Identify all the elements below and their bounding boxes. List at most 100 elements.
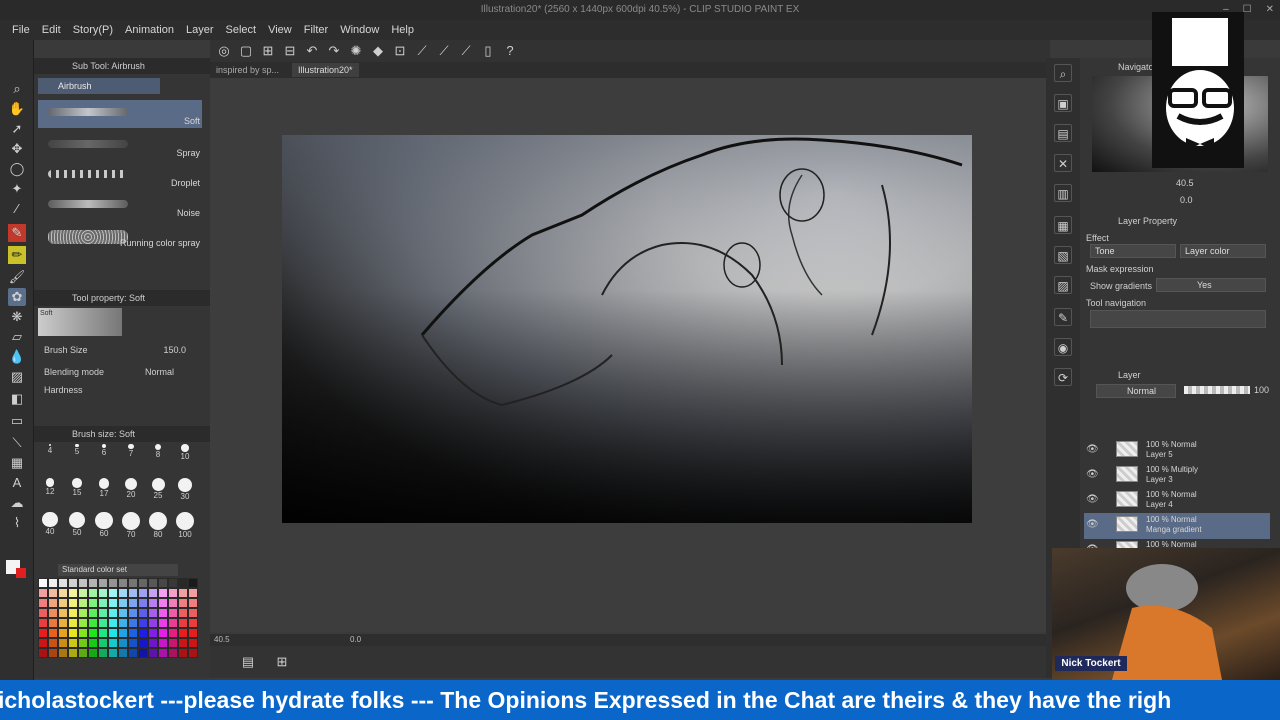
color-swatch[interactable] bbox=[108, 648, 118, 658]
color-swatch[interactable] bbox=[78, 628, 88, 638]
color-swatch[interactable] bbox=[98, 628, 108, 638]
color-swatch[interactable] bbox=[128, 608, 138, 618]
menu-select[interactable]: Select bbox=[220, 20, 263, 40]
clear-icon[interactable]: ✺ bbox=[348, 43, 364, 59]
figure-tool-icon[interactable]: ▭ bbox=[8, 412, 26, 430]
sub-view-icon[interactable]: ▥ bbox=[1054, 184, 1072, 202]
color-swatch[interactable] bbox=[58, 588, 68, 598]
color-swatch[interactable] bbox=[158, 618, 168, 628]
color-swatch[interactable] bbox=[38, 648, 48, 658]
color-swatch[interactable] bbox=[188, 588, 198, 598]
color-swatch[interactable] bbox=[38, 598, 48, 608]
color-swatch[interactable] bbox=[38, 578, 48, 588]
color-swatch[interactable] bbox=[168, 588, 178, 598]
move-tool-icon[interactable]: ✥ bbox=[8, 140, 26, 158]
color-swatch[interactable] bbox=[108, 638, 118, 648]
color-swatch[interactable] bbox=[88, 588, 98, 598]
color-swatch[interactable] bbox=[178, 608, 188, 618]
brush-size-option[interactable]: 8 bbox=[146, 444, 170, 459]
color-swatch[interactable] bbox=[68, 578, 78, 588]
brush-size-option[interactable]: 15 bbox=[65, 478, 89, 497]
blend-tool-icon[interactable]: 💧 bbox=[8, 348, 26, 366]
color-swatch[interactable] bbox=[128, 578, 138, 588]
color-swatch[interactable] bbox=[128, 638, 138, 648]
color-swatch[interactable] bbox=[178, 648, 188, 658]
subtool-noise[interactable]: Noise bbox=[38, 192, 202, 220]
color-swatch[interactable] bbox=[58, 628, 68, 638]
menu-edit[interactable]: Edit bbox=[36, 20, 67, 40]
color-swatch[interactable] bbox=[178, 598, 188, 608]
color-swatch[interactable] bbox=[78, 598, 88, 608]
color-swatch[interactable] bbox=[188, 648, 198, 658]
color-swatch[interactable] bbox=[138, 638, 148, 648]
balloon-tool-icon[interactable]: ☁ bbox=[8, 494, 26, 512]
color-swatch[interactable] bbox=[178, 618, 188, 628]
color-swatch[interactable] bbox=[138, 578, 148, 588]
layer-row[interactable]: 👁 100 % Normal Layer 5 bbox=[1084, 438, 1270, 464]
color-swatch[interactable] bbox=[68, 598, 78, 608]
menu-help[interactable]: Help bbox=[385, 20, 420, 40]
color-swatch[interactable] bbox=[158, 638, 168, 648]
tool-navigation-box[interactable] bbox=[1090, 310, 1266, 328]
color-set-select[interactable]: Standard color set bbox=[58, 564, 178, 576]
brush-size-option[interactable]: 40 bbox=[38, 512, 62, 536]
zoom-tool-icon[interactable]: ⌕ bbox=[8, 80, 26, 98]
color-swatch[interactable] bbox=[78, 588, 88, 598]
color-swatch[interactable] bbox=[118, 618, 128, 628]
layer-opacity-slider[interactable] bbox=[1184, 386, 1250, 394]
fill-icon[interactable]: ◆ bbox=[370, 43, 386, 59]
color-swatch[interactable] bbox=[178, 588, 188, 598]
fill-tool-icon[interactable]: ▨ bbox=[8, 368, 26, 386]
color-swatch[interactable] bbox=[98, 578, 108, 588]
color-swatch[interactable] bbox=[138, 598, 148, 608]
color-swatch[interactable] bbox=[158, 648, 168, 658]
color-swatch[interactable] bbox=[98, 598, 108, 608]
color-swatch[interactable] bbox=[158, 608, 168, 618]
color-swatch[interactable] bbox=[148, 578, 158, 588]
subtool-soft[interactable]: Soft bbox=[38, 100, 202, 128]
color-swatch[interactable] bbox=[48, 618, 58, 628]
color-swatch[interactable] bbox=[38, 608, 48, 618]
brush-size-option[interactable]: 80 bbox=[146, 512, 170, 539]
color-swatch[interactable] bbox=[58, 578, 68, 588]
decoration-tool-icon[interactable]: ❋ bbox=[8, 308, 26, 326]
color-swatch[interactable] bbox=[108, 608, 118, 618]
color-swatch[interactable] bbox=[178, 638, 188, 648]
brush-size-option[interactable]: 100 bbox=[173, 512, 197, 539]
help-icon[interactable]: ? bbox=[502, 43, 518, 59]
color-swatch[interactable] bbox=[178, 578, 188, 588]
animation-icon[interactable]: ✎ bbox=[1054, 308, 1072, 326]
color-swatch[interactable] bbox=[48, 588, 58, 598]
smartphone-icon[interactable]: ▯ bbox=[480, 43, 496, 59]
sub-color-swatch[interactable] bbox=[16, 568, 26, 578]
layer-list-icon[interactable]: ▤ bbox=[240, 654, 256, 670]
color-swatch[interactable] bbox=[158, 588, 168, 598]
color-swatch[interactable] bbox=[118, 578, 128, 588]
color-swatch[interactable] bbox=[168, 578, 178, 588]
color-swatch[interactable] bbox=[78, 648, 88, 658]
color-swatch[interactable] bbox=[48, 638, 58, 648]
brush-size-option[interactable]: 7 bbox=[119, 444, 143, 458]
color-swatch[interactable] bbox=[148, 648, 158, 658]
color-swatch[interactable] bbox=[98, 618, 108, 628]
color-swatch[interactable] bbox=[98, 638, 108, 648]
operation-tool-icon[interactable]: ➚ bbox=[8, 120, 26, 138]
menu-view[interactable]: View bbox=[262, 20, 298, 40]
color-swatch[interactable] bbox=[138, 588, 148, 598]
eraser-tool-icon[interactable]: ▱ bbox=[8, 328, 26, 346]
color-swatch[interactable] bbox=[48, 608, 58, 618]
color-swatch[interactable] bbox=[158, 598, 168, 608]
open-file-icon[interactable]: ⊞ bbox=[260, 43, 276, 59]
color-swatch[interactable] bbox=[88, 628, 98, 638]
color-swatch[interactable] bbox=[138, 628, 148, 638]
rotation-readout[interactable]: 0.0 bbox=[350, 634, 361, 646]
snap-ruler-icon[interactable]: ⟋ bbox=[414, 43, 430, 59]
close-panel-icon[interactable]: ✕ bbox=[1054, 154, 1072, 172]
grid-icon[interactable]: ⊞ bbox=[274, 654, 290, 670]
close-icon[interactable]: ✕ bbox=[1266, 0, 1274, 20]
menu-filter[interactable]: Filter bbox=[298, 20, 334, 40]
snap-grid-icon[interactable]: ⟋ bbox=[458, 43, 474, 59]
color-swatch[interactable] bbox=[148, 618, 158, 628]
color-swatch[interactable] bbox=[108, 598, 118, 608]
subtool-running-color-spray[interactable]: Running color spray bbox=[38, 222, 202, 250]
